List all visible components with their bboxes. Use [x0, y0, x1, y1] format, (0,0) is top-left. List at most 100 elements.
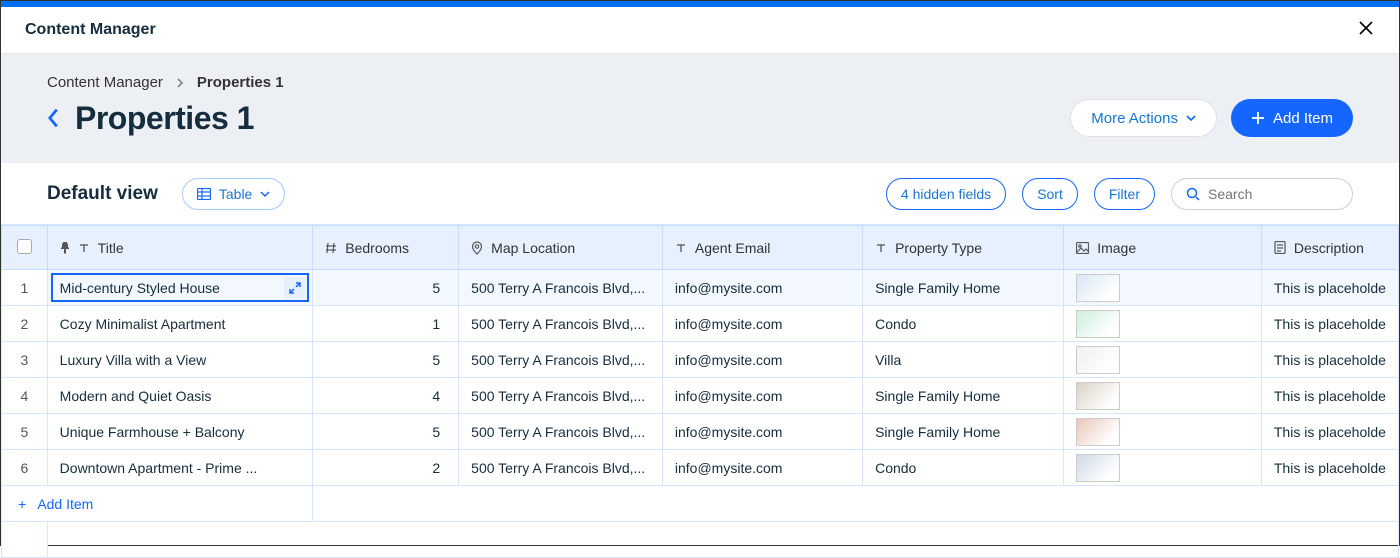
- image-thumbnail: [1076, 346, 1120, 374]
- title-row: Properties 1 More Actions Add Item: [47, 99, 1353, 137]
- cell-title[interactable]: Downtown Apartment - Prime ...: [47, 450, 313, 486]
- cell-ptype[interactable]: Villa: [863, 342, 1064, 378]
- close-icon[interactable]: [1357, 19, 1375, 42]
- cell-image[interactable]: [1064, 450, 1262, 486]
- cell-image[interactable]: [1064, 270, 1262, 306]
- col-bedrooms-label: Bedrooms: [345, 240, 409, 256]
- image-thumbnail: [1076, 274, 1120, 302]
- cell-map[interactable]: 500 Terry A Francois Blvd,...: [459, 450, 663, 486]
- table-row[interactable]: 3 Luxury Villa with a View 5 500 Terry A…: [2, 342, 1399, 378]
- cell-bedrooms[interactable]: 2: [313, 450, 459, 486]
- table-row[interactable]: 5 Unique Farmhouse + Balcony 5 500 Terry…: [2, 414, 1399, 450]
- text-type-icon: [675, 242, 687, 254]
- cell-title[interactable]: Cozy Minimalist Apartment: [47, 306, 313, 342]
- hidden-fields-button[interactable]: 4 hidden fields: [886, 178, 1006, 210]
- page-subheader: Content Manager Properties 1 Properties …: [1, 54, 1399, 163]
- number-type-icon: [325, 242, 337, 254]
- sort-label: Sort: [1037, 186, 1063, 202]
- sort-button[interactable]: Sort: [1022, 178, 1078, 210]
- cell-email[interactable]: info@mysite.com: [662, 414, 862, 450]
- cell-image[interactable]: [1064, 342, 1262, 378]
- col-header-email[interactable]: Agent Email: [662, 226, 862, 270]
- filter-label: Filter: [1109, 186, 1140, 202]
- col-title-label: Title: [98, 240, 124, 256]
- filter-button[interactable]: Filter: [1094, 178, 1155, 210]
- table-row[interactable]: 4 Modern and Quiet Oasis 4 500 Terry A F…: [2, 378, 1399, 414]
- cell-ptype[interactable]: Condo: [863, 450, 1064, 486]
- cell-bedrooms[interactable]: 5: [313, 414, 459, 450]
- text-type-icon: [875, 242, 887, 254]
- add-row-label: Add Item: [37, 496, 93, 512]
- chevron-down-icon: [260, 189, 270, 199]
- more-actions-button[interactable]: More Actions: [1070, 99, 1217, 137]
- cell-desc[interactable]: This is placeholde: [1261, 270, 1398, 306]
- image-thumbnail: [1076, 418, 1120, 446]
- view-mode-selector[interactable]: Table: [182, 178, 285, 210]
- cell-image[interactable]: [1064, 378, 1262, 414]
- back-button[interactable]: [47, 108, 61, 128]
- cell-email[interactable]: info@mysite.com: [662, 306, 862, 342]
- cell-bedrooms[interactable]: 1: [313, 306, 459, 342]
- expand-icon[interactable]: [284, 277, 306, 299]
- table-row[interactable]: 1 Mid-century Styled House 5 500 Terry A…: [2, 270, 1399, 306]
- col-desc-label: Description: [1294, 240, 1364, 256]
- cell-ptype[interactable]: Single Family Home: [863, 378, 1064, 414]
- cell-title[interactable]: Modern and Quiet Oasis: [47, 378, 313, 414]
- add-item-row[interactable]: + Add Item: [2, 486, 1399, 522]
- text-type-icon: [78, 242, 90, 254]
- cell-ptype[interactable]: Single Family Home: [863, 414, 1064, 450]
- col-header-ptype[interactable]: Property Type: [863, 226, 1064, 270]
- cell-bedrooms[interactable]: 5: [313, 270, 459, 306]
- cell-desc[interactable]: This is placeholde: [1261, 342, 1398, 378]
- cell-desc[interactable]: This is placeholde: [1261, 378, 1398, 414]
- cell-ptype[interactable]: Single Family Home: [863, 270, 1064, 306]
- image-thumbnail: [1076, 454, 1120, 482]
- view-mode-label: Table: [219, 186, 252, 202]
- cell-desc[interactable]: This is placeholde: [1261, 306, 1398, 342]
- hidden-fields-label: 4 hidden fields: [901, 186, 991, 202]
- cell-email[interactable]: info@mysite.com: [662, 450, 862, 486]
- search-icon: [1186, 187, 1200, 201]
- cell-ptype[interactable]: Condo: [863, 306, 1064, 342]
- image-thumbnail: [1076, 310, 1120, 338]
- col-header-desc[interactable]: Description: [1261, 226, 1398, 270]
- location-type-icon: [471, 241, 483, 255]
- cell-title[interactable]: Unique Farmhouse + Balcony: [47, 414, 313, 450]
- cell-bedrooms[interactable]: 4: [313, 378, 459, 414]
- cell-map[interactable]: 500 Terry A Francois Blvd,...: [459, 414, 663, 450]
- row-index: 6: [2, 450, 48, 486]
- col-header-bedrooms[interactable]: Bedrooms: [313, 226, 459, 270]
- search-input[interactable]: [1208, 186, 1328, 202]
- cell-title[interactable]: Mid-century Styled House: [47, 270, 313, 306]
- search-box[interactable]: [1171, 178, 1353, 210]
- add-item-button[interactable]: Add Item: [1231, 99, 1353, 137]
- cell-map[interactable]: 500 Terry A Francois Blvd,...: [459, 342, 663, 378]
- cell-email[interactable]: info@mysite.com: [662, 342, 862, 378]
- cell-map[interactable]: 500 Terry A Francois Blvd,...: [459, 378, 663, 414]
- col-image-label: Image: [1097, 240, 1136, 256]
- select-all-header[interactable]: [2, 226, 48, 270]
- cell-bedrooms[interactable]: 5: [313, 342, 459, 378]
- col-header-title[interactable]: Title: [47, 226, 313, 270]
- table-row[interactable]: 6 Downtown Apartment - Prime ... 2 500 T…: [2, 450, 1399, 486]
- add-item-label: Add Item: [1273, 110, 1333, 127]
- cell-image[interactable]: [1064, 306, 1262, 342]
- select-all-checkbox[interactable]: [17, 239, 32, 254]
- cell-desc[interactable]: This is placeholde: [1261, 414, 1398, 450]
- cell-title[interactable]: Luxury Villa with a View: [47, 342, 313, 378]
- col-header-image[interactable]: Image: [1064, 226, 1262, 270]
- row-index: 1: [2, 270, 48, 306]
- row-index: 5: [2, 414, 48, 450]
- view-toolbar: Default view Table 4 hidden fields Sort …: [1, 163, 1399, 225]
- cell-email[interactable]: info@mysite.com: [662, 270, 862, 306]
- col-header-map[interactable]: Map Location: [459, 226, 663, 270]
- cell-email[interactable]: info@mysite.com: [662, 378, 862, 414]
- cell-desc[interactable]: This is placeholde: [1261, 450, 1398, 486]
- breadcrumb-root[interactable]: Content Manager: [47, 74, 163, 91]
- cell-image[interactable]: [1064, 414, 1262, 450]
- cell-map[interactable]: 500 Terry A Francois Blvd,...: [459, 270, 663, 306]
- page-title: Properties 1: [75, 100, 254, 137]
- table-row[interactable]: 2 Cozy Minimalist Apartment 1 500 Terry …: [2, 306, 1399, 342]
- cell-map[interactable]: 500 Terry A Francois Blvd,...: [459, 306, 663, 342]
- table-icon: [197, 188, 211, 200]
